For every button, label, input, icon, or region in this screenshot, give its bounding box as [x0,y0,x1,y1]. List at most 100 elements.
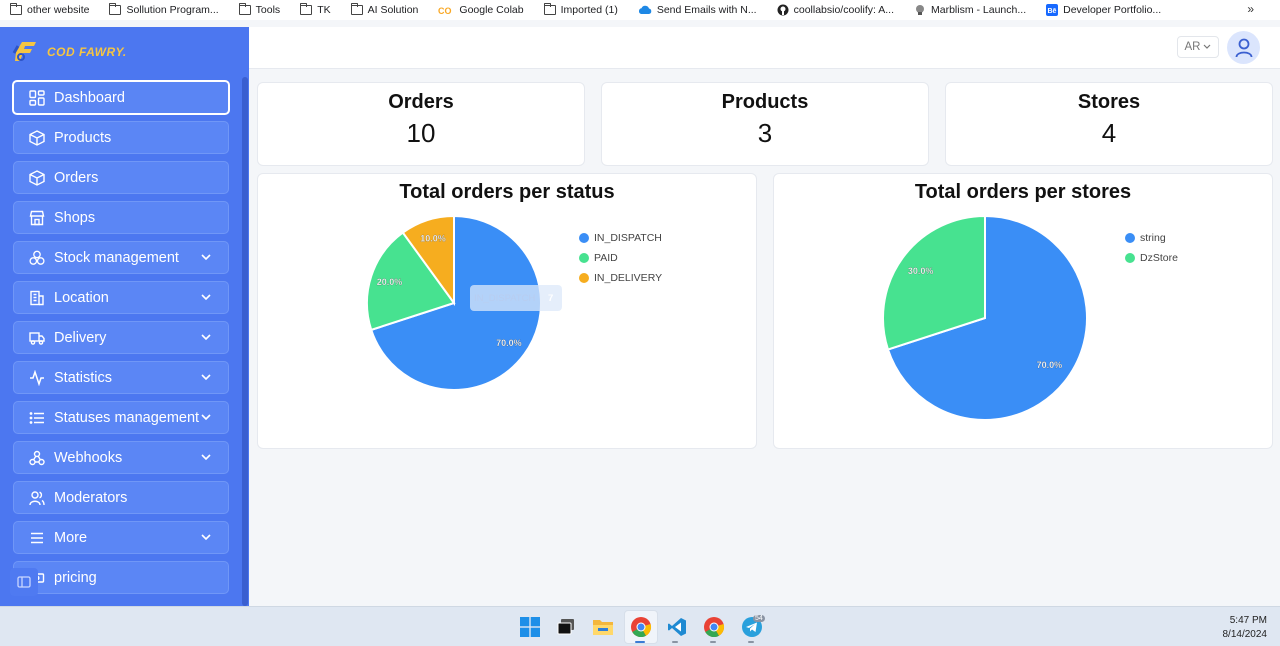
sidebar-item-label: Webhooks [54,449,123,466]
bookmark-label: TK [317,4,331,16]
legend-item[interactable]: PAID [579,248,662,268]
chevron-down-icon [200,331,212,343]
legend-item[interactable]: string [1125,228,1178,248]
sidebar-item-stock-management[interactable]: Stock management [13,241,229,274]
cloud-icon [638,5,652,15]
brand-logo[interactable]: COD FAWRY. [12,39,127,65]
sidebar-collapse-button[interactable] [10,568,38,596]
legend-swatch [1125,253,1135,263]
activity-icon [28,369,45,386]
sidebar-item-dashboard[interactable]: Dashboard [12,80,230,115]
vscode-running-indicator [672,641,678,643]
bookmark-item[interactable]: other website [10,3,90,16]
colab-icon: CO [438,5,454,15]
bookmark-label: Google Colab [459,4,524,16]
sidebar-item-more[interactable]: More [13,521,229,554]
language-switcher[interactable]: AR [1177,36,1219,58]
sidebar-item-products[interactable]: Products [13,121,229,154]
bookmarks-bar: other website Sollution Program... Tools TK… [0,0,1280,20]
folder-icon [543,3,556,15]
chrome-profile-icon[interactable] [702,615,726,639]
bookmark-item[interactable]: Sollution Program... [109,3,219,16]
chevron-down-icon [200,411,212,423]
dashboard-icon [28,89,45,106]
windows-start-icon[interactable] [518,615,542,639]
bookmark-label: other website [27,4,90,16]
sidebar-item-statuses-management[interactable]: Statuses management [13,401,229,434]
sidebar-collapse-icon [17,576,31,588]
task-view-icon[interactable] [554,615,578,639]
legend-label: IN_DISPATCH [594,232,662,244]
pie-chart-stores[interactable]: 70.0% 30.0% [774,174,1274,450]
chart-card-stores: Total orders per stores 70.0% 30.0% strin… [773,173,1273,449]
pie-percent-label: 20.0% [377,277,403,287]
stat-title: Orders [388,91,454,113]
stat-card-stores: Stores 4 [945,82,1273,166]
stat-card-products: Products 3 [601,82,929,166]
brand-logo-mark [12,39,44,65]
sidebar-item-location[interactable]: Location [13,281,229,314]
legend-item[interactable]: IN_DISPATCH [579,228,662,248]
chart-legend: IN_DISPATCH PAID IN_DELIVERY [579,228,662,288]
svg-text:Bē: Bē [1048,8,1057,15]
sidebar-item-label: pricing [54,569,97,586]
pie-chart-status[interactable]: 70.0% 20.0% 10.0% IN_DISPATCH 7 [258,174,758,450]
bookmark-item[interactable]: AI Solution [350,3,418,16]
chart-card-status: Total orders per status 70.0% 20.0% 10.0% I… [257,173,757,449]
stat-title: Products [721,91,809,113]
bookmark-item[interactable]: coollabsio/coolify: A... [777,4,894,16]
user-icon [1235,38,1252,57]
building-icon [28,289,45,306]
list-icon [28,409,45,426]
bookmark-item[interactable]: Bē Developer Portfolio... [1046,4,1161,16]
legend-label: DzStore [1140,252,1178,264]
telegram-badge: 54 [753,615,765,622]
sidebar-item-label: Products [54,129,112,146]
sidebar-item-pricing[interactable]: pricing [13,561,229,594]
telegram-running-indicator [748,641,754,643]
bookmark-label: Developer Portfolio... [1063,4,1162,16]
legend-swatch [579,273,589,283]
legend-swatch [579,233,589,243]
stat-value: 10 [406,118,436,148]
behance-icon: Bē [1046,4,1059,16]
system-clock[interactable]: 5:47 PM 8/14/2024 [1223,614,1268,642]
stat-card-orders: Orders 10 [257,82,585,166]
sidebar-item-shops[interactable]: Shops [13,201,229,234]
bookmark-item[interactable]: CO Google Colab [438,4,523,16]
sidebar-item-moderators[interactable]: Moderators [13,481,229,514]
chrome-profile-running-indicator [710,641,716,643]
chevron-down-icon [200,371,212,383]
pie-percent-label: 30.0% [908,266,934,276]
file-explorer-icon[interactable] [591,615,615,639]
stat-value: 4 [1101,118,1117,148]
box-icon [28,169,45,186]
bookmark-item[interactable]: Marblism - Launch... [914,4,1026,16]
sidebar-item-delivery[interactable]: Delivery [13,321,229,354]
marblism-icon [914,4,926,16]
bookmark-item[interactable]: Tools [238,3,280,16]
chrome-icon[interactable] [629,615,653,639]
users-icon [28,489,45,506]
sidebar-item-orders[interactable]: Orders [13,161,229,194]
sidebar-item-webhooks[interactable]: Webhooks [13,441,229,474]
bookmark-item[interactable]: Imported (1) [543,3,618,16]
vscode-icon[interactable] [665,615,689,639]
sidebar-item-label: Moderators [54,489,128,506]
chrome-running-indicator [635,641,645,643]
chevron-down-icon [200,251,212,263]
sidebar-item-label: Stock management [54,249,179,266]
bookmark-item[interactable]: TK [300,3,331,16]
sidebar-item-statistics[interactable]: Statistics [13,361,229,394]
user-avatar[interactable] [1227,31,1260,64]
sidebar-item-label: Statistics [54,369,113,386]
legend-item[interactable]: DzStore [1125,248,1178,268]
folder-icon [300,3,313,15]
svg-text:CO: CO [438,6,452,15]
sidebar-scrollbar[interactable] [242,77,248,606]
sidebar-item-label: Orders [54,169,99,186]
bookmarks-overflow-button[interactable]: » [1247,2,1254,16]
tooltip-label: IN_DISPATCH [474,293,536,304]
bookmark-item[interactable]: Send Emails with N... [638,4,757,16]
legend-item[interactable]: IN_DELIVERY [579,268,662,288]
